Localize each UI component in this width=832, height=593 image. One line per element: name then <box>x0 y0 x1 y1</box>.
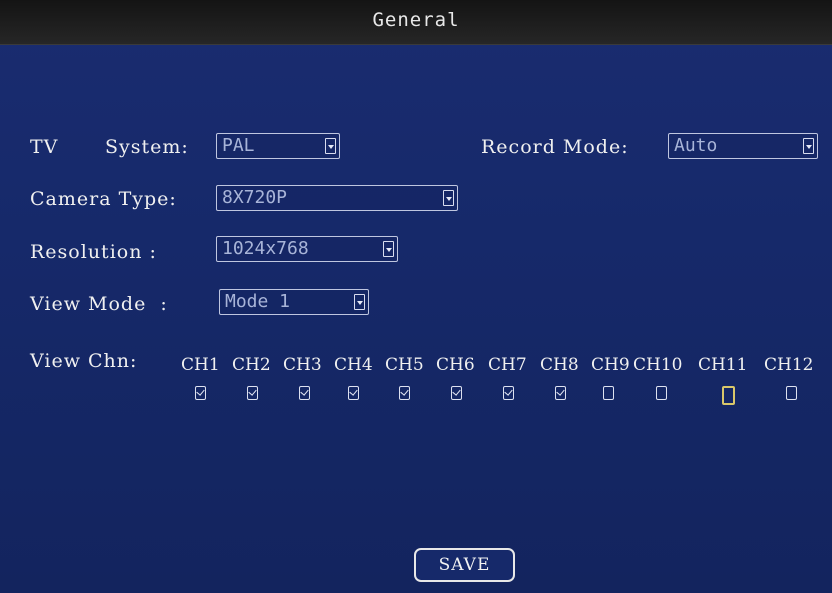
tv-label: TV <box>30 136 59 158</box>
view-mode-value: Mode 1 <box>225 291 291 312</box>
channel-label: CH7 <box>488 355 527 375</box>
save-button-label: SAVE <box>438 555 491 575</box>
channel-checkbox[interactable] <box>195 386 206 400</box>
view-mode-select[interactable]: Mode 1 <box>219 289 369 315</box>
channel-label: CH10 <box>633 355 683 375</box>
channel-checkbox[interactable] <box>348 386 359 400</box>
resolution-value: 1024x768 <box>222 238 309 259</box>
chevron-down-icon <box>325 138 336 154</box>
system-label: System: <box>105 136 189 158</box>
title-bar: General <box>0 0 832 45</box>
channel-label: CH6 <box>436 355 475 375</box>
channel-checkbox[interactable] <box>786 386 797 400</box>
channel-checkbox[interactable] <box>399 386 410 400</box>
camera-type-select[interactable]: 8X720P <box>216 185 458 211</box>
resolution-select[interactable]: 1024x768 <box>216 236 398 262</box>
channel-label: CH12 <box>764 355 814 375</box>
settings-screen: General TV System: PAL Record Mode: Auto… <box>0 0 832 593</box>
channel-checkbox[interactable] <box>603 386 614 400</box>
view-channel-label: View Chn: <box>30 350 138 372</box>
channel-label: CH2 <box>232 355 271 375</box>
view-mode-label: View Mode : <box>30 293 168 315</box>
camera-type-label: Camera Type: <box>30 188 177 210</box>
channel-checkbox[interactable] <box>299 386 310 400</box>
chevron-down-icon <box>443 190 454 206</box>
camera-type-value: 8X720P <box>222 187 288 208</box>
tv-system-select[interactable]: PAL <box>216 133 340 159</box>
chevron-down-icon <box>383 241 394 257</box>
channel-label: CH8 <box>540 355 579 375</box>
record-mode-value: Auto <box>674 135 718 156</box>
record-mode-label: Record Mode: <box>481 136 629 158</box>
save-button[interactable]: SAVE <box>414 548 515 582</box>
chevron-down-icon <box>354 294 365 310</box>
channel-label: CH11 <box>698 355 748 375</box>
resolution-label: Resolution : <box>30 241 157 263</box>
window-title: General <box>372 9 460 31</box>
channel-label: CH5 <box>385 355 424 375</box>
chevron-down-icon <box>803 138 814 154</box>
channel-checkbox[interactable] <box>503 386 514 400</box>
channel-checkbox[interactable] <box>656 386 667 400</box>
channel-checkbox[interactable] <box>555 386 566 400</box>
channel-label: CH3 <box>283 355 322 375</box>
channel-checkbox[interactable] <box>451 386 462 400</box>
record-mode-select[interactable]: Auto <box>668 133 818 159</box>
tv-system-value: PAL <box>222 135 255 156</box>
channel-checkbox[interactable] <box>722 386 735 405</box>
channel-label: CH1 <box>181 355 220 375</box>
channel-label: CH4 <box>334 355 373 375</box>
channel-label: CH9 <box>591 355 630 375</box>
channel-checkbox[interactable] <box>247 386 258 400</box>
